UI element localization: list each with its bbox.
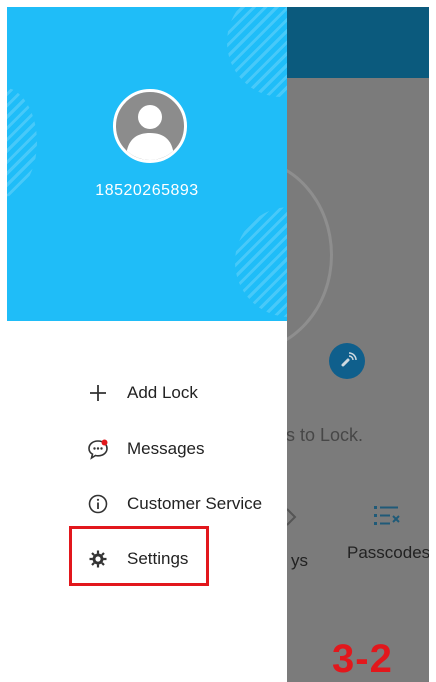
decorative-circle (227, 7, 287, 97)
menu-item-messages[interactable]: Messages (87, 433, 204, 465)
plus-icon (87, 382, 109, 404)
settings-highlight-box (69, 526, 209, 586)
decorative-circle (7, 87, 37, 197)
step-label: 3-2 (332, 637, 393, 681)
user-icon (126, 105, 174, 160)
decorative-circle (235, 207, 287, 317)
avatar[interactable] (113, 89, 187, 163)
tab-passcodes-label[interactable]: Passcodes (347, 543, 429, 563)
menu-label: Customer Service (127, 494, 263, 513)
press-to-lock-hint: ss to Lock. (277, 425, 364, 445)
keys-tab-icon (286, 508, 297, 526)
passcodes-tab-icon (374, 506, 400, 525)
menu-label: Messages (127, 439, 205, 458)
screen: ss to Lock. ys Passcodes 18520265893 Add… (7, 7, 429, 682)
phone-number: 18520265893 (95, 182, 199, 199)
key-icon (341, 352, 357, 367)
chat-bubble-icon (87, 438, 109, 460)
unlock-button[interactable] (329, 343, 365, 379)
menu-item-customer-service[interactable]: Customer Service (87, 488, 262, 520)
tab-keys-label[interactable]: ys (291, 551, 308, 571)
menu-item-add-lock[interactable]: Add Lock (87, 377, 198, 409)
drawer-header: 18520265893 (7, 7, 287, 321)
info-icon (87, 493, 109, 515)
menu-label: Add Lock (127, 383, 198, 402)
